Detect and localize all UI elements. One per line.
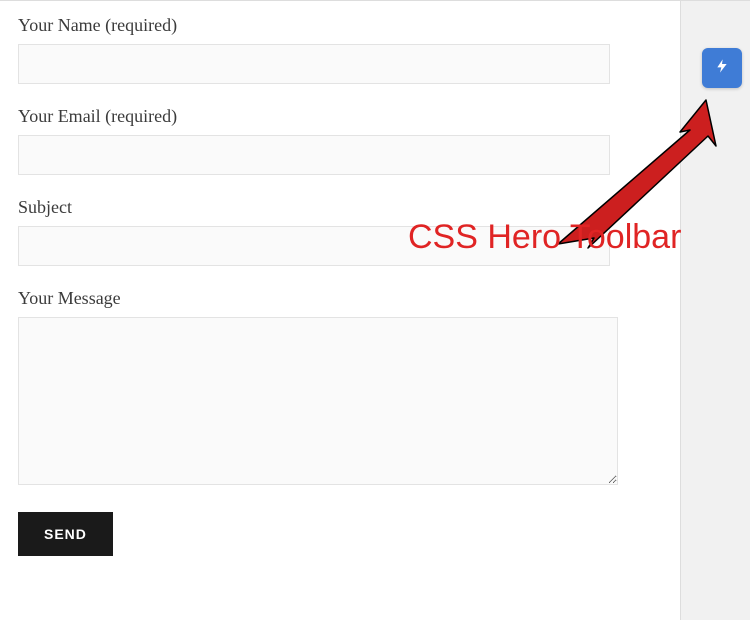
email-label: Your Email (required)	[18, 106, 662, 127]
subject-label: Subject	[18, 197, 662, 218]
subject-input[interactable]	[18, 226, 610, 266]
message-field-group: Your Message	[18, 288, 662, 490]
message-label: Your Message	[18, 288, 662, 309]
name-label: Your Name (required)	[18, 15, 662, 36]
page-wrapper: Your Name (required) Your Email (require…	[0, 0, 750, 620]
send-button[interactable]: SEND	[18, 512, 113, 556]
right-gutter	[680, 1, 750, 620]
name-field-group: Your Name (required)	[18, 15, 662, 84]
message-textarea[interactable]	[18, 317, 618, 485]
contact-form-area: Your Name (required) Your Email (require…	[0, 1, 680, 620]
email-field-group: Your Email (required)	[18, 106, 662, 175]
css-hero-toolbar-button[interactable]	[702, 48, 742, 88]
lightning-icon	[714, 56, 730, 81]
email-input[interactable]	[18, 135, 610, 175]
subject-field-group: Subject	[18, 197, 662, 266]
name-input[interactable]	[18, 44, 610, 84]
